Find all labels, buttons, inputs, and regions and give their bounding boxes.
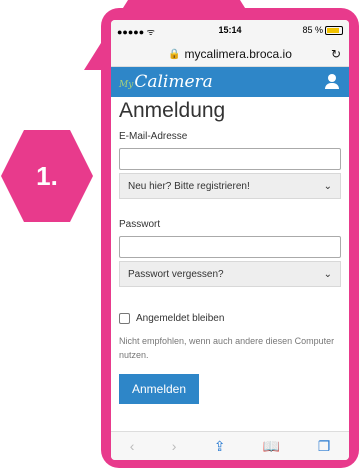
forward-icon[interactable]: › — [172, 438, 177, 454]
bookmarks-icon[interactable]: 📖 — [263, 438, 280, 455]
chevron-down-icon: ⌄ — [323, 180, 332, 192]
logo-text: Calimera — [134, 72, 213, 92]
battery-icon — [325, 25, 343, 35]
user-icon[interactable] — [325, 74, 339, 90]
logo-prefix: My — [119, 80, 134, 90]
page-title: Anmeldung — [119, 99, 226, 122]
step-number: 1. — [36, 160, 58, 191]
battery-status: 85 % — [302, 25, 343, 35]
share-icon[interactable]: ⇪ — [214, 438, 226, 455]
remember-checkbox[interactable] — [119, 313, 130, 324]
reload-icon[interactable]: ↻ — [331, 47, 341, 61]
battery-percent: 85 % — [302, 25, 323, 35]
status-bar: ●●●●● ᯤ 15:14 85 % — [111, 20, 349, 42]
forgot-link-label: Passwort vergessen? — [128, 268, 224, 280]
remember-me-row[interactable]: Angemeldet bleiben — [119, 313, 341, 324]
lock-icon: 🔒 — [168, 48, 181, 60]
back-icon[interactable]: ‹ — [130, 438, 135, 454]
app-header: MyCalimera — [111, 67, 349, 97]
remember-label: Angemeldet bleiben — [136, 313, 225, 324]
register-toggle[interactable]: Neu hier? Bitte registrieren! ⌄ — [119, 173, 341, 199]
email-label: E-Mail-Adresse — [119, 131, 188, 142]
chevron-down-icon: ⌄ — [323, 268, 332, 280]
register-link-label: Neu hier? Bitte registrieren! — [128, 180, 250, 192]
step-badge: 1. — [1, 130, 93, 222]
password-field[interactable] — [119, 236, 341, 258]
url-text: mycalimera.broca.io — [184, 47, 292, 61]
browser-toolbar: ‹ › ⇪ 📖 ❐ — [111, 431, 349, 460]
login-button[interactable]: Anmelden — [119, 374, 199, 404]
app-logo[interactable]: MyCalimera — [119, 72, 213, 92]
address-bar[interactable]: 🔒 mycalimera.broca.io ↻ — [111, 42, 349, 67]
phone-screen: ●●●●● ᯤ 15:14 85 % 🔒 mycalimera.broca.io… — [111, 20, 349, 460]
remember-hint: Nicht empfohlen, wenn auch andere diesen… — [119, 336, 335, 360]
email-field[interactable] — [119, 148, 341, 170]
tabs-icon[interactable]: ❐ — [318, 438, 331, 455]
login-form: Anmeldung E-Mail-Adresse Neu hier? Bitte… — [111, 99, 349, 404]
password-label: Passwort — [119, 219, 161, 230]
forgot-password-toggle[interactable]: Passwort vergessen? ⌄ — [119, 261, 341, 287]
